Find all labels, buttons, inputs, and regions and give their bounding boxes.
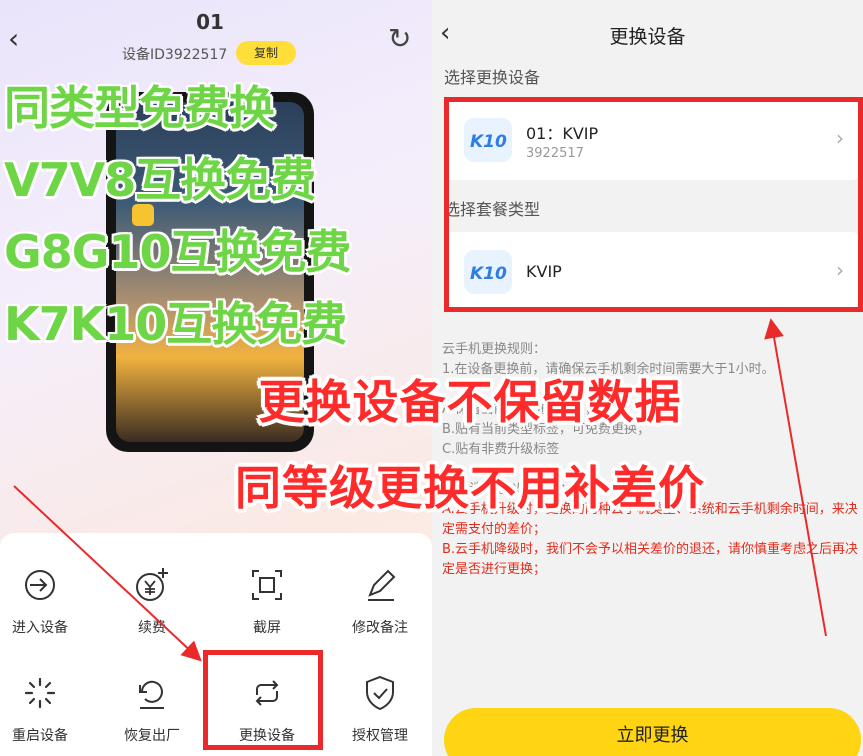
action-screenshot[interactable]: 截屏 <box>217 565 317 637</box>
rule-line: C.贴有非费升级标签 <box>442 442 560 457</box>
section-title-device: 选择更换设备 <box>444 68 541 87</box>
action-label: 修改备注 <box>352 620 408 636</box>
device-id-label: 设备ID3922517 <box>122 47 228 63</box>
overlay-warning-line: 更换设备不保留数据 <box>258 375 682 429</box>
action-label: 截屏 <box>253 620 281 636</box>
action-enter-device[interactable]: 进入设备 <box>0 565 90 637</box>
page-title: 01 <box>196 10 224 34</box>
action-label: 重启设备 <box>12 728 68 744</box>
enter-icon <box>25 570 55 600</box>
restart-icon <box>24 677 56 709</box>
promo-line: V7V8互换免费 <box>4 153 316 207</box>
restore-icon <box>139 680 164 709</box>
action-authorization[interactable]: 授权管理 <box>330 673 430 745</box>
action-edit-note[interactable]: 修改备注 <box>330 565 430 637</box>
promo-line: 同类型免费换 <box>4 81 275 135</box>
screenshot-icon <box>252 570 282 600</box>
refresh-icon[interactable]: ↻ <box>388 22 411 55</box>
action-restart[interactable]: 重启设备 <box>0 673 90 745</box>
highlight-box-selection <box>444 97 863 312</box>
action-label: 恢复出厂 <box>124 728 180 744</box>
action-label: 进入设备 <box>12 620 68 636</box>
promo-line: G8G10互换免费 <box>4 225 352 279</box>
edit-icon <box>368 569 396 601</box>
shield-check-icon <box>366 675 394 711</box>
highlight-box-replace-action <box>203 650 323 750</box>
rules-title: 云手机更换规则： <box>442 342 547 357</box>
yen-plus-icon <box>136 568 168 601</box>
promo-line: K7K10互换免费 <box>4 297 347 351</box>
confirm-replace-button[interactable]: 立即更换 <box>444 708 861 756</box>
page-title: 更换设备 <box>609 26 686 48</box>
copy-button[interactable]: 复制 <box>236 41 296 65</box>
action-factory-reset[interactable]: 恢复出厂 <box>102 673 202 745</box>
rule-warning: B.云手机降级时，我们不会予以相关差价的退还，请你慎重考虑之后再决定是否进行更换… <box>442 542 859 577</box>
action-label: 授权管理 <box>352 728 408 744</box>
action-label: 续费 <box>138 620 166 636</box>
action-renew[interactable]: 续费 <box>102 565 202 637</box>
overlay-warning-line: 同等级更换不用补差价 <box>235 461 705 515</box>
promo-text-block: 同类型免费换 V7V8互换免费 G8G10互换免费 K7K10互换免费 <box>4 72 430 360</box>
